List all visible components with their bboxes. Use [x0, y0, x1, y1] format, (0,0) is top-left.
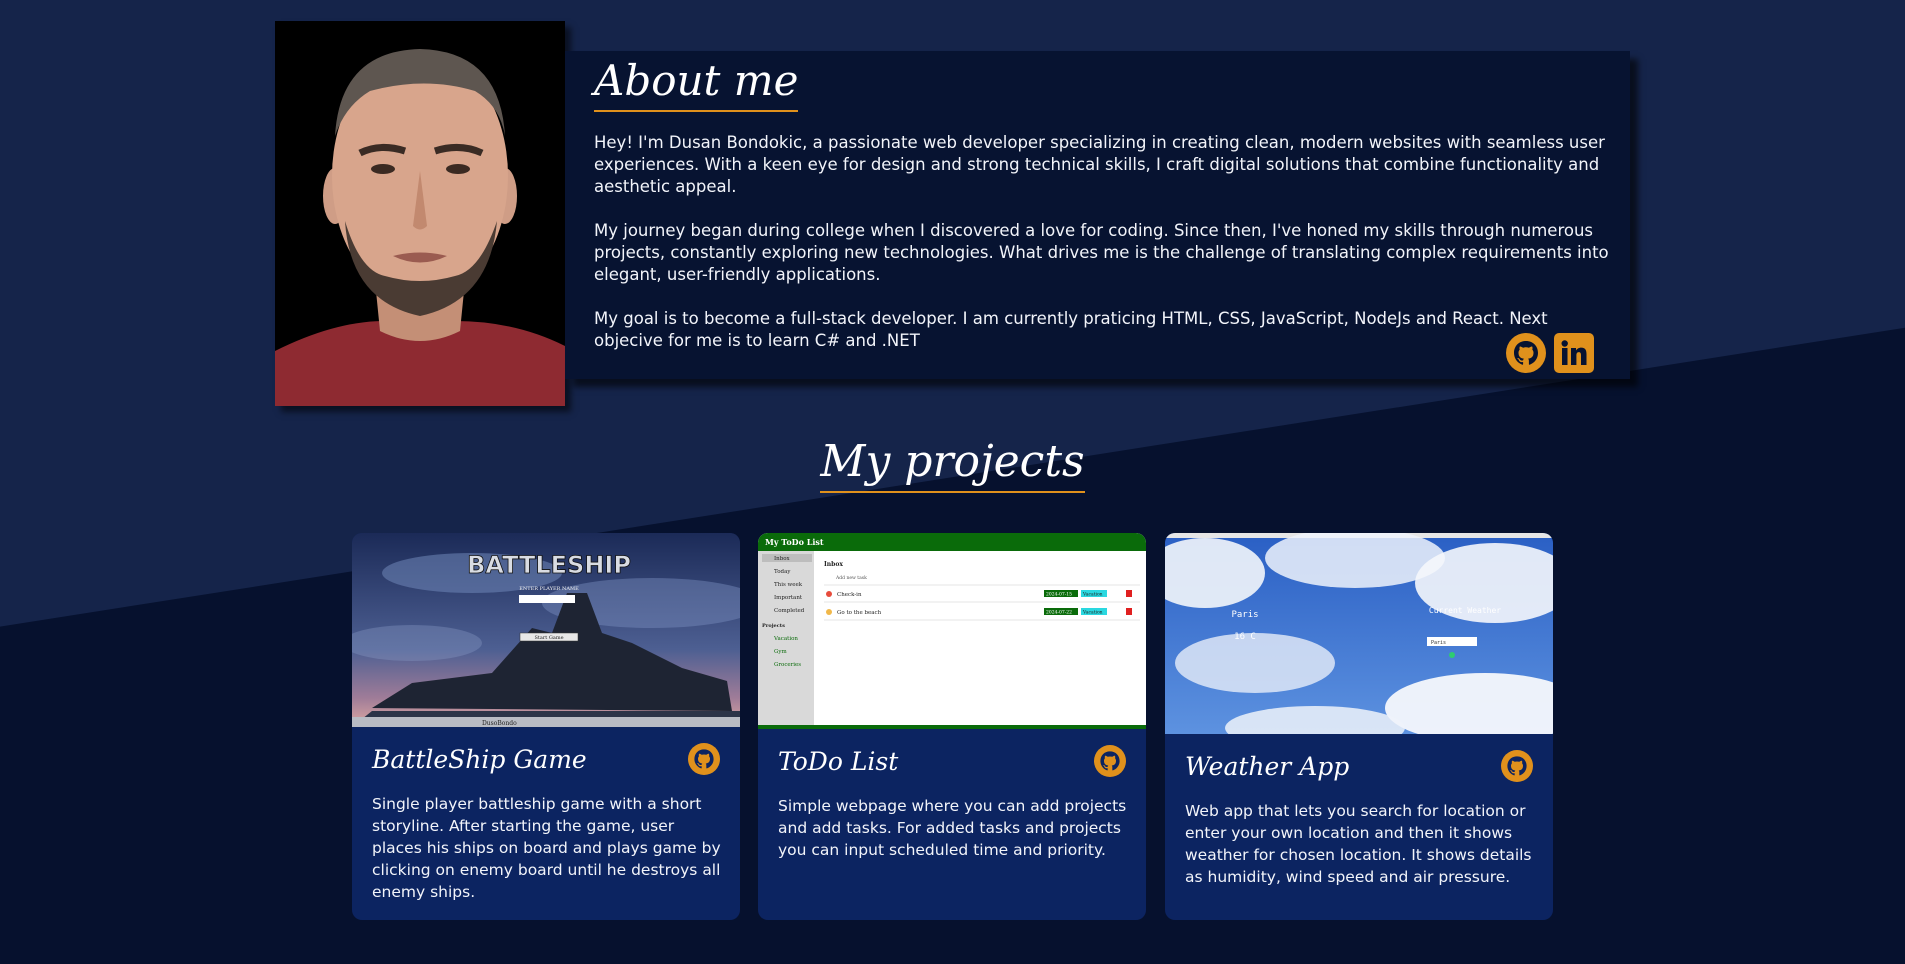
about-paragraph: Hey! I'm Dusan Bondokic, a passionate we…: [594, 132, 1605, 196]
todo-projects-label: Projects: [762, 623, 785, 629]
card-title: BattleShip Game: [372, 744, 587, 774]
about-card: About me Hey! I'm Dusan Bondokic, a pass…: [565, 51, 1630, 379]
battleship-screenshot[interactable]: DusoBondo BATTLESHIP ENTER PLAYER NAME S…: [352, 533, 740, 727]
about-title: About me: [594, 55, 799, 112]
todo-nav-item: Important: [774, 595, 803, 601]
card-title: Weather App: [1185, 751, 1350, 781]
card-description: Web app that lets you search for locatio…: [1185, 802, 1532, 886]
battleship-footer: DusoBondo: [482, 720, 517, 727]
github-icon[interactable]: [1506, 333, 1546, 373]
about-paragraph: My journey began during college when I d…: [594, 220, 1609, 284]
weather-screenshot[interactable]: Paris 16 C Current Weather Paris: [1165, 533, 1553, 734]
todo-project-item: Gym: [774, 649, 788, 655]
todo-header: My ToDo List: [765, 537, 824, 547]
battleship-name-input[interactable]: [519, 595, 575, 603]
card-description: Single player battleship game with a sho…: [372, 795, 721, 901]
github-icon[interactable]: [1094, 745, 1126, 777]
todo-task-tag: Vacation: [1082, 592, 1103, 598]
github-icon[interactable]: [688, 743, 720, 775]
todo-task-tag: Vacation: [1082, 610, 1103, 616]
github-link[interactable]: [1506, 333, 1546, 373]
todo-task-date: 2024-07-22: [1046, 610, 1072, 616]
todo-task-name: Check-in: [837, 592, 862, 598]
project-card-todo: My ToDo List Inbox Today This week Impor…: [758, 533, 1146, 920]
todo-task-date: 2024-07-15: [1046, 592, 1072, 598]
weather-city: Paris: [1231, 610, 1258, 620]
todo-nav-item: This week: [774, 582, 803, 588]
todo-main-title: Inbox: [824, 561, 843, 568]
todo-task-name: Go to the beach: [837, 610, 882, 616]
battleship-prompt: ENTER PLAYER NAME: [519, 586, 579, 592]
todo-nav-item: Completed: [774, 608, 805, 614]
weather-search-value: Paris: [1431, 640, 1446, 646]
card-header: ToDo List: [758, 729, 1146, 787]
battleship-heading: BATTLESHIP: [467, 551, 631, 579]
battleship-start-label: Start Game: [534, 635, 563, 641]
todo-project-item: Vacation: [773, 636, 798, 642]
social-links: [1506, 333, 1594, 373]
card-title: ToDo List: [778, 746, 899, 776]
card-header: BattleShip Game: [352, 727, 740, 785]
linkedin-link[interactable]: [1554, 333, 1594, 373]
about-text: Hey! I'm Dusan Bondokic, a passionate we…: [594, 132, 1610, 352]
todo-screenshot[interactable]: My ToDo List Inbox Today This week Impor…: [758, 533, 1146, 729]
github-icon[interactable]: [1501, 750, 1533, 782]
weather-temp: 16 C: [1234, 632, 1256, 642]
project-card-weather: Paris 16 C Current Weather Paris Weather…: [1165, 533, 1553, 920]
linkedin-icon[interactable]: [1554, 333, 1594, 373]
card-header: Weather App: [1165, 734, 1553, 792]
card-description: Simple webpage where you can add project…: [778, 797, 1127, 859]
projects-heading: My projects: [0, 436, 1905, 493]
about-paragraph: My goal is to become a full-stack develo…: [594, 308, 1548, 350]
todo-nav-item: Inbox: [774, 556, 791, 562]
profile-photo: [275, 21, 565, 406]
todo-project-item: Groceries: [774, 662, 801, 668]
project-card-battleship: DusoBondo BATTLESHIP ENTER PLAYER NAME S…: [352, 533, 740, 920]
weather-panel-title: Current Weather: [1429, 606, 1501, 615]
projects-title: My projects: [820, 436, 1085, 493]
todo-nav-item: Today: [774, 569, 791, 575]
todo-add-task: Add new task: [835, 575, 867, 581]
